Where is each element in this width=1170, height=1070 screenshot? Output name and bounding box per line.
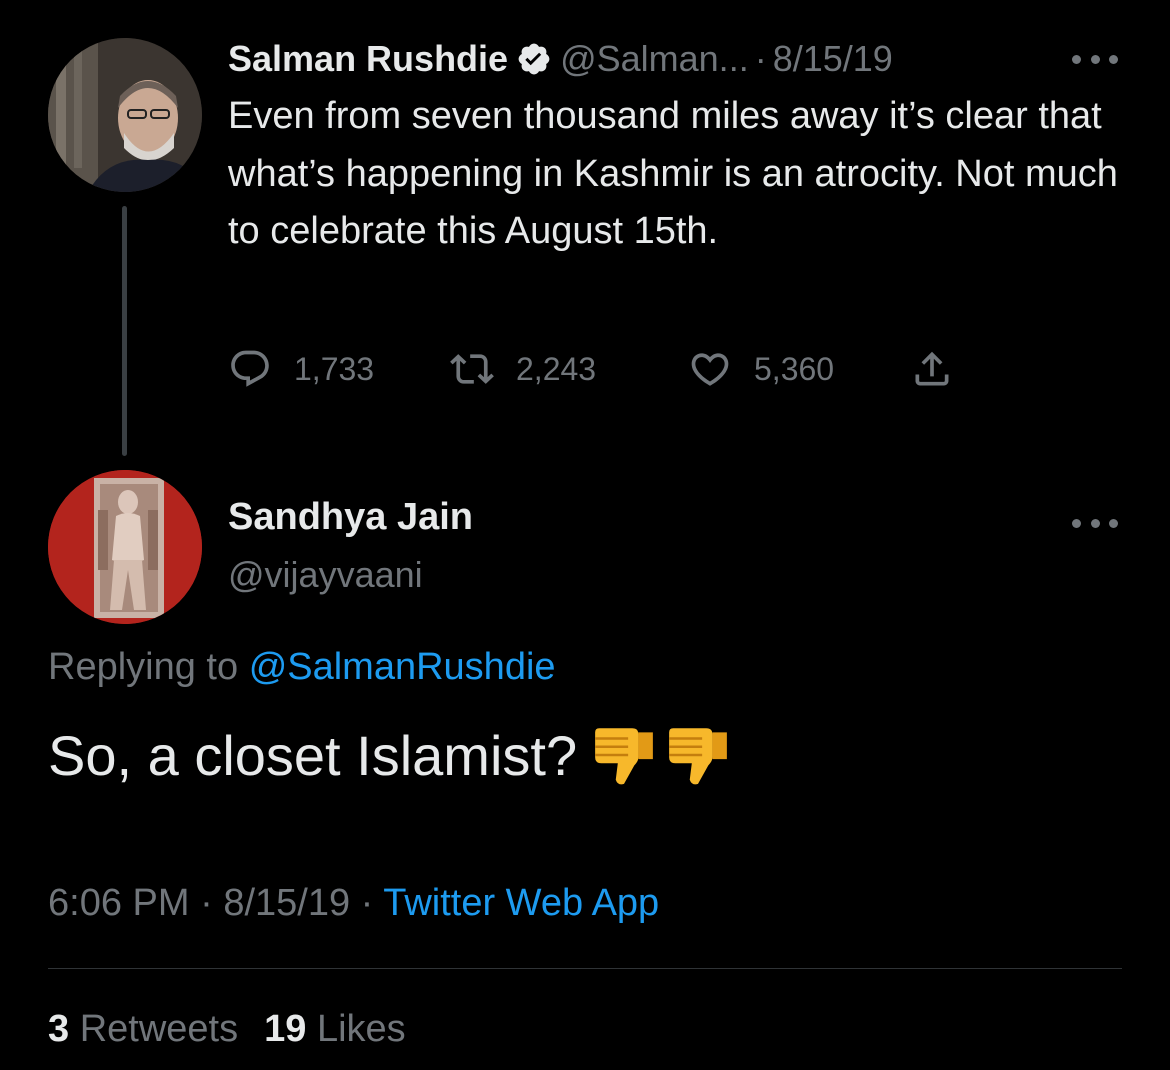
like-count: 5,360 — [754, 350, 835, 387]
likes-stat[interactable]: 19 Likes — [264, 1008, 406, 1050]
reply-author-name[interactable]: Sandhya Jain — [228, 496, 473, 539]
likes-count: 19 — [264, 1008, 307, 1050]
thumbs-down-emoji — [595, 728, 653, 785]
thread-connector-line — [122, 206, 127, 456]
separator-dot: · — [754, 38, 767, 79]
reply-count: 1,733 — [294, 350, 375, 387]
parent-author-avatar[interactable] — [48, 38, 202, 192]
tweet-date[interactable]: 8/15/19 — [223, 882, 350, 924]
heart-icon — [691, 353, 729, 386]
retweet-icon — [450, 354, 494, 384]
retweets-label: Retweets — [79, 1008, 239, 1050]
reply-tweet-body: So, a closet Islamist? — [48, 722, 731, 788]
parent-tweet-text: Even from seven thousand miles away it’s… — [228, 95, 1118, 252]
retweets-stat[interactable]: 3 Retweets — [48, 1008, 238, 1050]
retweet-count: 2,243 — [516, 350, 597, 387]
parent-tweet-actions: 1,733 2,243 5,360 — [228, 342, 988, 396]
separator-dot: · — [360, 882, 374, 924]
retweet-button[interactable]: 2,243 — [450, 342, 596, 396]
reply-tweet-text: So, a closet Islamist? — [48, 723, 578, 787]
divider — [48, 968, 1122, 969]
reply-bubble-icon — [231, 350, 269, 387]
reply-button[interactable]: 1,733 — [228, 342, 374, 396]
more-horizontal-icon[interactable] — [1072, 516, 1118, 530]
share-button[interactable] — [910, 342, 954, 396]
tweet-timestamp-row: 6:06 PM · 8/15/19 · Twitter Web App — [48, 882, 659, 925]
sculpture-photo — [48, 470, 202, 624]
like-button[interactable]: 5,360 — [688, 342, 834, 396]
tweet-stats-row: 3 Retweets 19 Likes — [48, 1008, 406, 1051]
parent-tweet-date[interactable]: 8/15/19 — [773, 38, 893, 80]
tweet-source-link[interactable]: Twitter Web App — [383, 882, 659, 924]
replying-to-handle-link[interactable]: @SalmanRushdie — [249, 646, 556, 688]
likes-label: Likes — [316, 1008, 406, 1050]
tweet-time[interactable]: 6:06 PM — [48, 882, 190, 924]
replying-to-label: Replying to — [48, 646, 239, 688]
thumbs-down-emoji — [669, 728, 727, 785]
verified-badge-icon — [518, 43, 550, 75]
share-upload-icon — [915, 351, 949, 386]
parent-author-name[interactable]: Salman Rushdie — [228, 38, 508, 80]
parent-tweet-header: Salman Rushdie @Salman... · 8/15/19 — [228, 34, 893, 84]
parent-author-handle[interactable]: @Salman... — [560, 38, 749, 80]
reply-author-avatar[interactable] — [48, 470, 202, 624]
retweets-count: 3 — [48, 1008, 70, 1050]
reply-author-handle[interactable]: @vijayvaani — [228, 554, 423, 596]
author-photo — [48, 38, 202, 192]
replying-to-line: Replying to @SalmanRushdie — [48, 646, 556, 689]
separator-dot: · — [200, 882, 213, 924]
more-horizontal-icon[interactable] — [1072, 52, 1118, 66]
